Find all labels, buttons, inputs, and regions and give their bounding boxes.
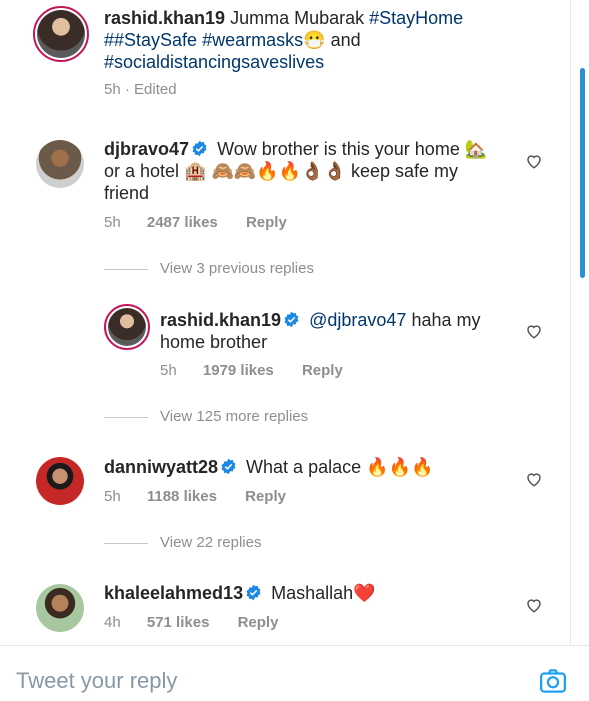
- divider: [104, 543, 148, 544]
- caption-body: Jumma Mubarak: [230, 8, 365, 28]
- comment-time: 4h: [104, 614, 121, 631]
- caption-username[interactable]: rashid.khan19: [104, 8, 225, 28]
- divider: [104, 269, 148, 270]
- reply-body: home brother: [160, 332, 268, 352]
- comment-meta: 4h 571 likes Reply: [104, 614, 278, 631]
- hashtag-link[interactable]: #StayHome: [369, 8, 463, 28]
- comment-username[interactable]: djbravo47: [104, 139, 189, 159]
- hashtag-link[interactable]: ##StaySafe: [104, 30, 197, 50]
- reply-button[interactable]: Reply: [238, 614, 279, 631]
- scrollbar-thumb[interactable]: [580, 68, 585, 278]
- reply-likes[interactable]: 1979 likes: [203, 362, 274, 379]
- reply-body: haha my: [411, 310, 481, 330]
- mask-emoji: 😷: [303, 30, 326, 50]
- comment-body: Wow brother is this your home 🏡: [217, 139, 488, 159]
- heart-icon[interactable]: [525, 470, 543, 488]
- divider: [104, 417, 148, 418]
- comment-likes[interactable]: 2487 likes: [147, 214, 218, 231]
- heart-icon[interactable]: [525, 152, 543, 170]
- scrollbar-track: [570, 0, 571, 645]
- view-previous-replies[interactable]: View 3 previous replies: [160, 260, 314, 277]
- avatar[interactable]: [104, 304, 150, 350]
- comment-username[interactable]: danniwyatt28: [104, 457, 218, 477]
- hashtag-link[interactable]: #socialdistancingsavesl​ives: [104, 52, 324, 72]
- comment-body: or a hotel 🏨 🙈🙈🔥🔥👌🏾👌🏾 keep safe my: [104, 161, 458, 181]
- avatar[interactable]: [36, 584, 84, 632]
- comment-time: 5h: [104, 488, 121, 505]
- comment-text: khaleelahmed13 Mashallah❤️: [104, 582, 514, 604]
- reply-input[interactable]: Tweet your reply: [16, 668, 177, 694]
- reply-button[interactable]: Reply: [302, 362, 343, 379]
- verified-icon: [221, 458, 236, 475]
- reply-button[interactable]: Reply: [246, 214, 287, 231]
- reply-bar: Tweet your reply: [0, 645, 589, 701]
- verified-icon: [192, 140, 207, 157]
- caption-and: and: [330, 30, 361, 50]
- avatar[interactable]: [36, 457, 84, 505]
- comment-meta: 5h 1188 likes Reply: [104, 488, 286, 505]
- heart-icon[interactable]: [525, 596, 543, 614]
- comment-body: What a palace 🔥🔥🔥: [246, 457, 434, 477]
- comment-likes[interactable]: 571 likes: [147, 614, 210, 631]
- camera-icon[interactable]: [538, 666, 568, 696]
- comment-body: Mashallah❤️: [271, 583, 376, 603]
- verified-icon: [284, 311, 299, 328]
- view-replies[interactable]: View 22 replies: [160, 534, 261, 551]
- comment-time: 5h: [104, 214, 121, 231]
- reply-username[interactable]: rashid.khan19: [160, 310, 281, 330]
- mention-link[interactable]: @djbravo47: [309, 310, 406, 330]
- avatar[interactable]: [33, 6, 89, 62]
- reply-time: 5h: [160, 362, 177, 379]
- view-more-replies[interactable]: View 125 more replies: [160, 408, 308, 425]
- heart-icon[interactable]: [525, 322, 543, 340]
- reply-meta: 5h 1979 likes Reply: [160, 362, 343, 379]
- caption-meta: 5h · Edited: [104, 81, 177, 98]
- verified-icon: [246, 584, 261, 601]
- reply-button[interactable]: Reply: [245, 488, 286, 505]
- comment-text: djbravo47 Wow brother is this your home …: [104, 138, 514, 204]
- comment-body: friend: [104, 183, 150, 203]
- comment-username[interactable]: khaleelahmed13: [104, 583, 243, 603]
- comment-text: danniwyatt28 What a palace 🔥🔥🔥: [104, 456, 514, 478]
- avatar[interactable]: [36, 140, 84, 188]
- comment-meta: 5h 2487 likes Reply: [104, 214, 287, 231]
- hashtag-link[interactable]: #wearmasks: [202, 30, 303, 50]
- reply-text: rashid.khan19 @djbravo47 haha my home br…: [160, 309, 515, 353]
- caption-text: rashid.khan19 Jumma Mubarak #StayHome ##…: [104, 7, 524, 73]
- comment-likes[interactable]: 1188 likes: [147, 488, 217, 505]
